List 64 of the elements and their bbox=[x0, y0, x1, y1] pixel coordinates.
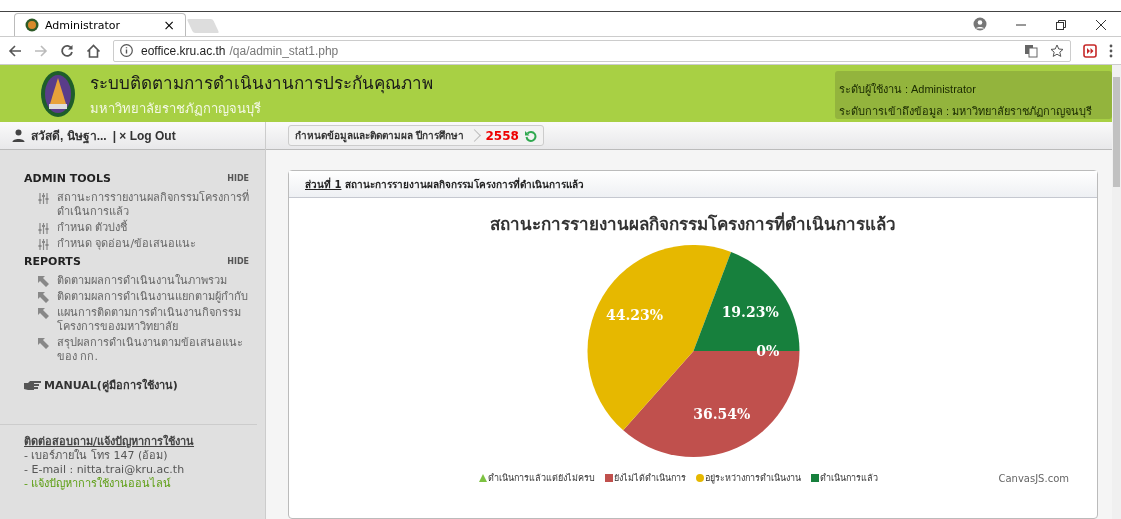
profile-icon[interactable] bbox=[973, 17, 987, 31]
home-icon[interactable] bbox=[86, 43, 101, 58]
close-tab-button[interactable]: × bbox=[163, 17, 175, 33]
arrow-icon bbox=[38, 292, 49, 303]
seal-icon bbox=[25, 18, 39, 32]
sidebar-link[interactable]: สถานะการรายงานผลกิจกรรมโครงการที่ดำเนินการแล้ว bbox=[57, 191, 257, 219]
sliders-icon bbox=[38, 193, 49, 204]
sidebar-link[interactable]: กำหนด จุดอ่อน/ข้อเสนอแนะ bbox=[57, 237, 197, 251]
info-icon bbox=[120, 44, 133, 57]
address-field[interactable]: eoffice.kru.ac.th /qa/admin_stat1.php bbox=[113, 39, 1071, 62]
arrow-icon bbox=[38, 308, 49, 319]
slice-label: 36.54% bbox=[693, 405, 751, 422]
university-name: มหาวิทยาลัยราชภัฏกาญจนบุรี bbox=[90, 99, 262, 119]
arrow-icon bbox=[38, 338, 49, 349]
section-heading: REPORTS bbox=[24, 255, 81, 268]
slice-label: 19.23% bbox=[721, 303, 779, 320]
translate-icon[interactable] bbox=[1024, 43, 1038, 58]
browser-tab[interactable]: Administrator × bbox=[14, 13, 186, 36]
user-level-text: ระดับผู้ใช้งาน : Administrator bbox=[838, 82, 977, 98]
contact-heading: ติดต่อสอบถาม/แจ้งปัญหาการใช้งาน bbox=[24, 435, 196, 449]
close-icon[interactable] bbox=[1095, 19, 1107, 31]
refresh-icon[interactable] bbox=[524, 129, 537, 142]
breadcrumb[interactable]: กำหนดข้อมูลและติดตามผล ปีการศึกษา 2558 bbox=[288, 125, 544, 146]
back-icon[interactable] bbox=[8, 43, 22, 58]
legend-label: ดำเนินการแล้วแต่ยังไม่ครบ bbox=[488, 472, 595, 485]
tab-title: Administrator bbox=[45, 18, 121, 32]
arrow-icon bbox=[38, 276, 49, 287]
legend-label: ยังไม่ได้ดำเนินการ bbox=[614, 472, 686, 485]
phone-text: - เบอร์ภายใน โทร 147 (อ้อม) bbox=[24, 449, 169, 463]
url-path: /qa/admin_stat1.php bbox=[229, 43, 339, 58]
email-text: - E-mail : nitta.trai@kru.ac.th bbox=[24, 463, 186, 477]
chart-title: สถานะการรายงานผลกิจกรรมโครงการที่ดำเนินการแล้ว bbox=[490, 211, 896, 236]
sidebar-link[interactable]: กำหนด ตัวบ่งชี้ bbox=[57, 221, 128, 235]
sliders-icon bbox=[38, 223, 49, 234]
legend-label: ดำเนินการแล้ว bbox=[820, 472, 878, 485]
user-icon bbox=[12, 129, 25, 142]
url-host: eoffice.kru.ac.th bbox=[141, 43, 226, 58]
sidebar-link[interactable]: ติดตามผลการดำเนินงานแยกตามผู้กำกับ bbox=[57, 290, 248, 304]
credit-link[interactable]: CanvasJS.com bbox=[998, 472, 1069, 484]
menu-icon[interactable] bbox=[1109, 43, 1113, 58]
star-icon[interactable] bbox=[1050, 43, 1064, 58]
panel-title: ส่วนที่ 1 สถานะการรายงานผลกิจกรรมโครงการที่ดำเนินการแล้ว bbox=[305, 176, 584, 192]
sidebar-link[interactable]: ติดตามผลการดำเนินงานในภาพรวม bbox=[57, 274, 227, 288]
breadcrumb-label: กำหนดข้อมูลและติดตามผล ปีการศึกษา bbox=[295, 129, 465, 143]
legend-label: อยู่ระหว่างการดำเนินงาน bbox=[705, 472, 801, 485]
hide-link[interactable]: HIDE bbox=[227, 257, 249, 266]
seal-logo-icon bbox=[40, 69, 76, 118]
manual-link[interactable]: MANUAL(คู่มือการใช้งาน) bbox=[44, 376, 178, 394]
hide-link[interactable]: HIDE bbox=[227, 174, 249, 183]
extension-icon[interactable] bbox=[1083, 43, 1097, 58]
slice-label: 44.23% bbox=[605, 307, 664, 324]
user-greeting: สวัสดี, นิษฐา... bbox=[31, 128, 107, 145]
access-level-text: ระดับการเข้าถึงข้อมูล : มหาวิทยาลัยราชภัฏกาญจนบุรี bbox=[838, 104, 1092, 120]
section-heading: ADMIN TOOLS bbox=[24, 172, 111, 185]
scrollbar[interactable] bbox=[1112, 65, 1121, 519]
sliders-icon bbox=[38, 239, 49, 250]
system-title: ระบบติดตามการดำเนินงานการประกันคุณภาพ bbox=[90, 71, 433, 96]
restore-icon[interactable] bbox=[1055, 19, 1067, 31]
reload-icon[interactable] bbox=[60, 43, 74, 58]
year-text: 2558 bbox=[485, 128, 519, 143]
pointing-hand-icon bbox=[24, 379, 42, 391]
sidebar-link[interactable]: สรุปผลการดำเนินงานตามข้อเสนอแนะของ กก. bbox=[57, 336, 257, 364]
logout-link[interactable]: | × Log Out bbox=[112, 128, 176, 143]
sidebar-link[interactable]: แผนการติดตามการดำเนินงานกิจกรรมโครงการของมหาวิทยาลัย bbox=[57, 306, 257, 334]
